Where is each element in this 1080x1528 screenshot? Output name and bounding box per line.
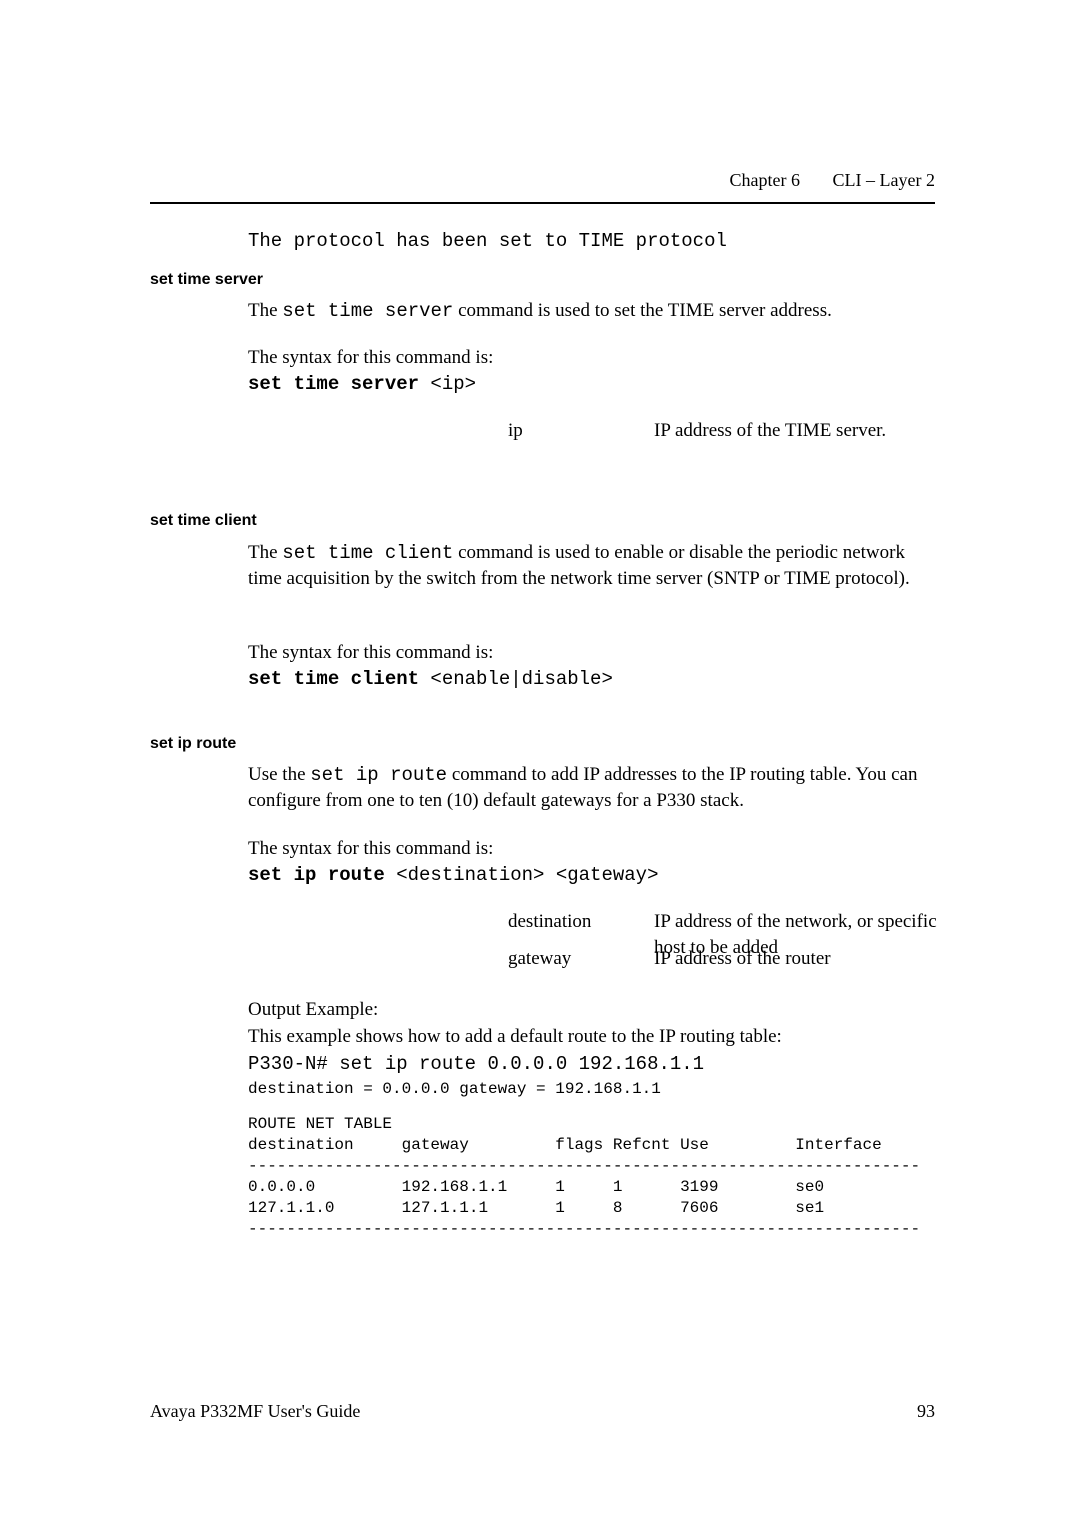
heading-set-time-server: set time server: [150, 271, 263, 289]
route-header: destination gateway flags Refcnt Use Int…: [248, 1136, 882, 1154]
iproute-cmd-bold: set ip route: [248, 864, 385, 886]
client-pre: The: [248, 542, 282, 563]
server-cmd-inline: set time server: [282, 300, 453, 322]
client-command-line: set time client <enable|disable>: [248, 666, 938, 692]
chapter-title: CLI – Layer 2: [833, 170, 935, 190]
gateway-term: gateway: [508, 946, 571, 972]
iproute-cmd-arg: <destination> <gateway>: [385, 864, 659, 886]
gateway-desc: IP address of the router: [654, 946, 831, 972]
output-example-cmd: P330-N# set ip route 0.0.0.0 192.168.1.1: [248, 1051, 938, 1077]
iproute-syntax-intro: The syntax for this command is:: [248, 836, 938, 862]
server-cmd-bold: set time server: [248, 373, 419, 395]
route-row-1: 0.0.0.0 192.168.1.1 1 1 3199 se0: [248, 1178, 824, 1196]
route-divider-top: ----------------------------------------…: [248, 1157, 920, 1175]
client-desc-paragraph: The set time client command is used to e…: [248, 540, 938, 592]
route-divider-bottom: ----------------------------------------…: [248, 1220, 920, 1238]
route-table-block: ROUTE NET TABLE destination gateway flag…: [248, 1114, 920, 1240]
server-cmd-arg: <ip>: [419, 373, 476, 395]
client-cmd-arg: <enable|disable>: [419, 668, 613, 690]
page-container: Chapter 6 CLI – Layer 2 The protocol has…: [0, 0, 1080, 1528]
output-example-title: Output Example:: [248, 997, 938, 1023]
heading-set-time-client: set time client: [150, 512, 257, 530]
chapter-header: Chapter 6 CLI – Layer 2: [730, 170, 935, 191]
server-pre: The: [248, 300, 282, 321]
top-code-line: The protocol has been set to TIME protoc…: [248, 230, 727, 252]
footer-page-number: 93: [917, 1401, 935, 1422]
output-example-desc: This example shows how to add a default …: [248, 1024, 938, 1050]
client-cmd-inline: set time client: [282, 542, 453, 564]
client-syntax-intro: The syntax for this command is:: [248, 640, 938, 666]
server-post: command is used to set the TIME server a…: [453, 300, 832, 321]
route-row-2: 127.1.1.0 127.1.1.1 1 8 7606 se1: [248, 1199, 824, 1217]
output-example-result: destination = 0.0.0.0 gateway = 192.168.…: [248, 1076, 938, 1102]
route-title: ROUTE NET TABLE: [248, 1115, 392, 1133]
server-desc-paragraph: The set time server command is used to s…: [248, 298, 938, 324]
ip-desc: IP address of the TIME server.: [654, 418, 886, 444]
destination-term: destination: [508, 909, 591, 935]
header-rule: [150, 202, 935, 204]
ip-term: ip: [508, 418, 523, 444]
server-command-line: set time server <ip>: [248, 371, 938, 397]
client-cmd-bold: set time client: [248, 668, 419, 690]
iproute-desc-paragraph: Use the set ip route command to add IP a…: [248, 762, 938, 814]
footer-doc-title: Avaya P332MF User's Guide: [150, 1401, 360, 1422]
chapter-number: Chapter 6: [730, 170, 800, 190]
server-syntax-intro: The syntax for this command is:: [248, 345, 938, 371]
heading-set-ip-route: set ip route: [150, 735, 236, 753]
iproute-cmd-inline: set ip route: [310, 764, 447, 786]
iproute-pre: Use the: [248, 764, 310, 785]
iproute-command-line: set ip route <destination> <gateway>: [248, 862, 938, 888]
